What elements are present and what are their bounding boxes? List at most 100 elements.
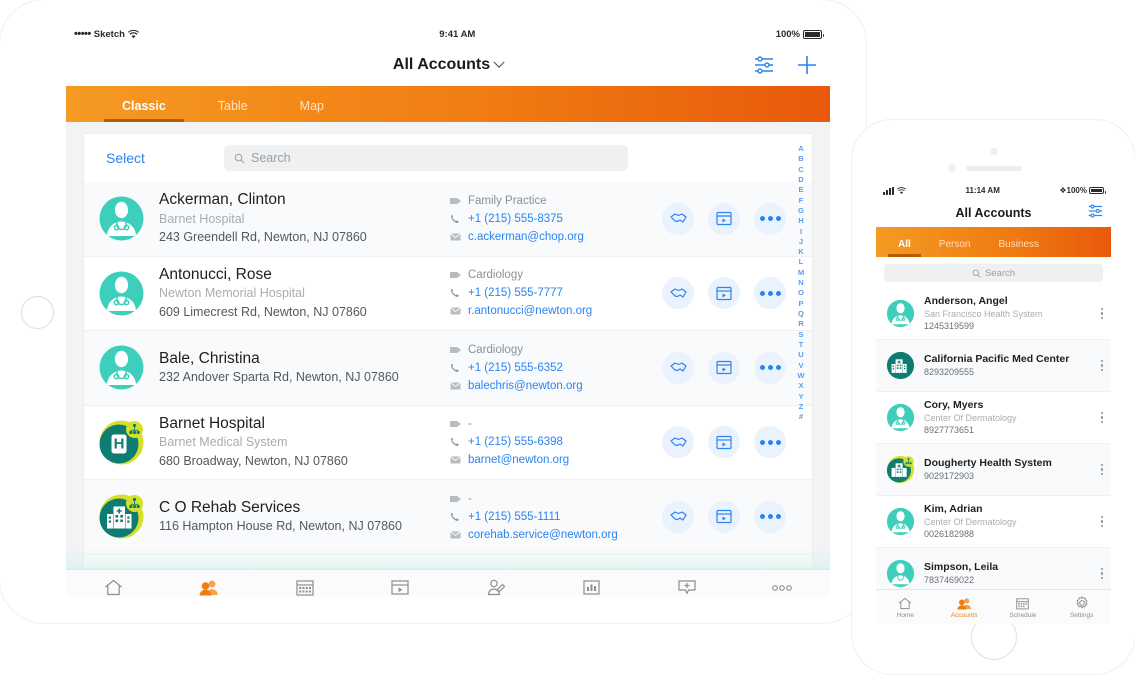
- alpha-index-letter[interactable]: I: [800, 227, 802, 237]
- presentation-play-icon[interactable]: [708, 351, 740, 384]
- alpha-index-letter[interactable]: #: [799, 412, 803, 422]
- account-email[interactable]: balechris@newton.org: [468, 377, 583, 395]
- bottom-tab-events[interactable]: Events: [639, 577, 735, 598]
- more-icon[interactable]: [1095, 411, 1103, 424]
- account-email[interactable]: barnet@newton.org: [468, 451, 569, 469]
- alpha-index-letter[interactable]: N: [798, 278, 803, 288]
- account-phone[interactable]: +1 (215) 555-8375: [468, 210, 563, 228]
- alpha-index-letter[interactable]: Q: [798, 309, 804, 319]
- account-specialty: Cardiology: [468, 269, 523, 282]
- search-input[interactable]: Search: [884, 264, 1103, 282]
- plus-icon[interactable]: [796, 54, 818, 76]
- list-item[interactable]: Dougherty Health System 9029172903: [876, 444, 1111, 496]
- alpha-index-letter[interactable]: X: [798, 381, 803, 391]
- bottom-tab-account-plans[interactable]: Account Plans: [448, 577, 544, 598]
- handshake-icon[interactable]: [662, 351, 694, 384]
- sliders-filter-icon[interactable]: [754, 56, 774, 74]
- bottom-tab-more[interactable]: More: [735, 577, 831, 598]
- more-icon[interactable]: [754, 500, 786, 533]
- table-row[interactable]: C O Rehab Services 116 Hampton House Rd,…: [84, 480, 812, 555]
- alpha-index-letter[interactable]: Z: [799, 402, 804, 412]
- handshake-icon[interactable]: [662, 277, 694, 310]
- alpha-index-letter[interactable]: M: [798, 268, 804, 278]
- home-icon: [876, 595, 935, 611]
- alpha-index-letter[interactable]: L: [799, 257, 804, 267]
- more-icon[interactable]: [1095, 463, 1103, 476]
- bottom-tab-media[interactable]: Media: [353, 577, 449, 598]
- accounts-list[interactable]: Ackerman, Clinton Barnet Hospital 243 Gr…: [84, 182, 812, 597]
- alpha-index-letter[interactable]: A: [798, 144, 803, 154]
- tab-map[interactable]: Map: [274, 99, 350, 122]
- alpha-index-letter[interactable]: C: [798, 165, 803, 175]
- account-specialty: Cardiology: [468, 343, 523, 356]
- account-email[interactable]: r.antonucci@newton.org: [468, 302, 592, 320]
- account-email[interactable]: c.ackerman@chop.org: [468, 228, 584, 246]
- iphone-accounts-list[interactable]: Anderson, Angel San Francisco Health Sys…: [876, 288, 1111, 600]
- alpha-index-letter[interactable]: S: [798, 330, 803, 340]
- presentation-play-icon[interactable]: [708, 426, 740, 459]
- alpha-index-letter[interactable]: T: [799, 340, 804, 350]
- more-icon[interactable]: [1095, 515, 1103, 528]
- alpha-index-letter[interactable]: K: [798, 247, 803, 257]
- presentation-play-icon[interactable]: [708, 277, 740, 310]
- account-phone[interactable]: +1 (215) 555-7777: [468, 284, 563, 302]
- tab-classic[interactable]: Classic: [96, 99, 192, 122]
- alpha-index-letter[interactable]: G: [798, 206, 804, 216]
- account-email[interactable]: corehab.service@newton.org: [468, 526, 618, 544]
- bottom-tab-settings[interactable]: Settings: [1052, 595, 1111, 619]
- handshake-icon[interactable]: [662, 202, 694, 235]
- tab-business[interactable]: Business: [984, 239, 1053, 257]
- alpha-index-letter[interactable]: B: [798, 154, 803, 164]
- table-row[interactable]: Bale, Christina 232 Andover Sparta Rd, N…: [84, 331, 812, 406]
- account-phone[interactable]: +1 (215) 555-6352: [468, 359, 563, 377]
- presentation-play-icon[interactable]: [708, 500, 740, 533]
- select-button[interactable]: Select: [84, 150, 224, 166]
- tab-all[interactable]: All: [884, 239, 925, 257]
- bottom-tab-home[interactable]: Home: [876, 595, 935, 619]
- account-phone[interactable]: +1 (215) 555-1111: [468, 508, 560, 526]
- tab-person[interactable]: Person: [925, 239, 985, 257]
- alpha-index-letter[interactable]: J: [799, 237, 803, 247]
- list-item[interactable]: Anderson, Angel San Francisco Health Sys…: [876, 288, 1111, 340]
- list-item[interactable]: Cory, Myers Center Of Dermatology 892777…: [876, 392, 1111, 444]
- alpha-index-letter[interactable]: U: [798, 350, 803, 360]
- sliders-filter-icon[interactable]: [1088, 204, 1103, 223]
- handshake-icon[interactable]: [662, 426, 694, 459]
- list-item[interactable]: Kim, Adrian Center Of Dermatology 002618…: [876, 496, 1111, 548]
- bottom-tab-home[interactable]: Home: [66, 577, 162, 598]
- more-icon[interactable]: [754, 202, 786, 235]
- more-icon[interactable]: [754, 426, 786, 459]
- presentation-play-icon[interactable]: [708, 202, 740, 235]
- alpha-index-letter[interactable]: P: [798, 299, 803, 309]
- alpha-index-letter[interactable]: D: [798, 175, 803, 185]
- table-row[interactable]: H Barnet Hospital Barnet Medical System …: [84, 405, 812, 480]
- alpha-index-letter[interactable]: V: [798, 361, 803, 371]
- more-icon[interactable]: [754, 277, 786, 310]
- account-phone[interactable]: +1 (215) 555-6398: [468, 433, 563, 451]
- bottom-tab-accounts[interactable]: Accounts: [162, 577, 258, 598]
- ipad-home-button[interactable]: [21, 296, 54, 329]
- more-icon[interactable]: [754, 351, 786, 384]
- alpha-index-letter[interactable]: R: [798, 319, 803, 329]
- alpha-index-letter[interactable]: W: [797, 371, 804, 381]
- alpha-index-letter[interactable]: E: [798, 185, 803, 195]
- alpha-index-letter[interactable]: O: [798, 288, 804, 298]
- alpha-index-letter[interactable]: H: [798, 216, 803, 226]
- search-input[interactable]: Search: [224, 145, 628, 171]
- handshake-icon[interactable]: [662, 500, 694, 533]
- bottom-tab-accounts[interactable]: Accounts: [935, 595, 994, 619]
- alphabet-index[interactable]: A B C D E F G H I J K L M N O P Q R S T …: [794, 144, 808, 597]
- tab-table[interactable]: Table: [192, 99, 274, 122]
- account-list-selector[interactable]: All Accounts: [393, 56, 505, 74]
- bottom-tab-myinsights[interactable]: MyInsights: [544, 577, 640, 598]
- bottom-tab-schedule[interactable]: Schedule: [994, 595, 1053, 619]
- more-icon[interactable]: [1095, 307, 1103, 320]
- table-row[interactable]: Ackerman, Clinton Barnet Hospital 243 Gr…: [84, 182, 812, 257]
- table-row[interactable]: Antonucci, Rose Newton Memorial Hospital…: [84, 256, 812, 331]
- more-icon[interactable]: [1095, 359, 1103, 372]
- alpha-index-letter[interactable]: Y: [798, 392, 803, 402]
- more-icon[interactable]: [1095, 567, 1103, 580]
- alpha-index-letter[interactable]: F: [799, 196, 804, 206]
- list-item[interactable]: California Pacific Med Center 8293209555: [876, 340, 1111, 392]
- bottom-tab-schedule[interactable]: Schedule: [257, 577, 353, 598]
